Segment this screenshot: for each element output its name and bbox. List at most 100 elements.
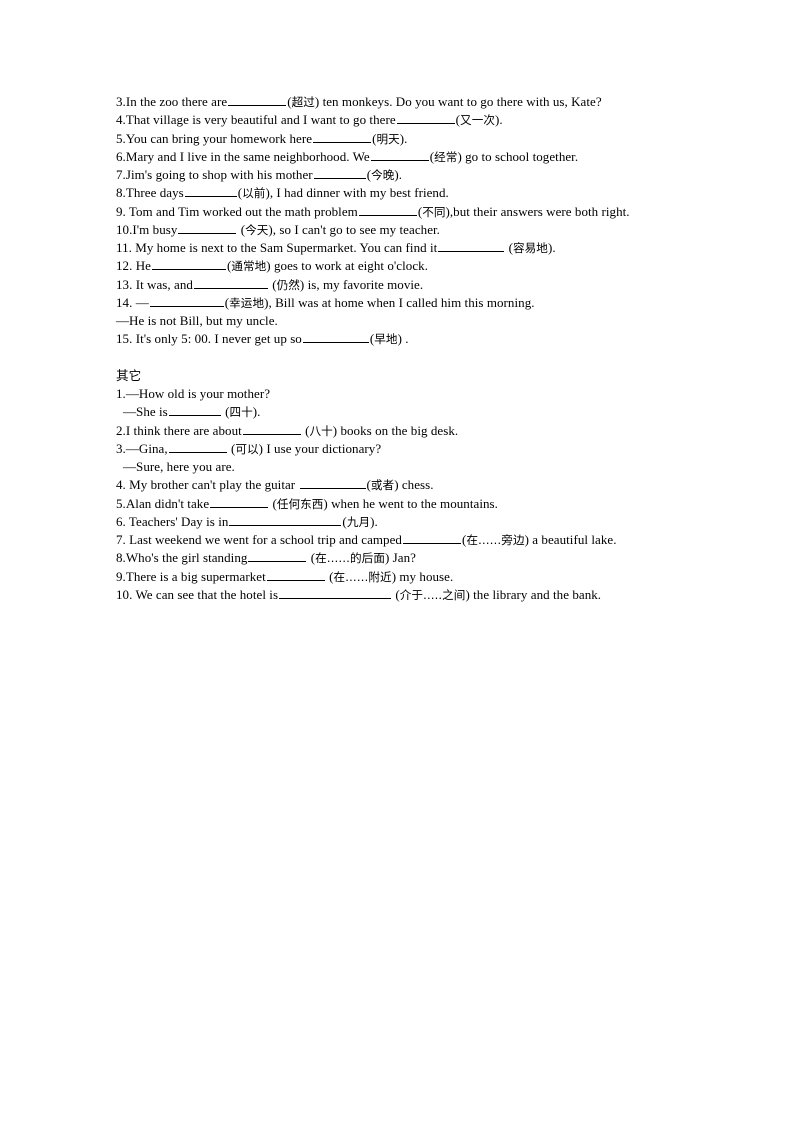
answer-blank[interactable] [228, 94, 287, 106]
chinese-hint: 通常地 [231, 259, 267, 274]
exercise-line: —He is not Bill, but my uncle. [116, 312, 716, 330]
sentence-text: That village is very beautiful and I wan… [125, 112, 396, 128]
sentence-text: ) the library and the bank. [465, 586, 602, 602]
sentence-text: He [132, 258, 151, 274]
exercise-line: 9.There is a big supermarket (在……附近) my … [116, 568, 716, 586]
exercise-line: 4. My brother can't play the guitar (或者)… [116, 476, 716, 494]
section-heading: 其它 [116, 367, 716, 385]
sentence-text: ) books on the big desk. [332, 422, 459, 438]
answer-blank[interactable] [248, 551, 307, 563]
exercise-line: —Sure, here you are. [116, 458, 716, 476]
answer-blank[interactable] [370, 149, 429, 161]
sentence-text: My home is next to the Sam Supermarket. … [131, 240, 438, 255]
answer-blank[interactable] [229, 514, 342, 526]
sentence-text: ( [237, 221, 246, 237]
answer-blank[interactable] [168, 441, 227, 453]
sentence-text: —How old is your mother? [125, 386, 271, 401]
sentence-text: ). [547, 240, 556, 255]
exercise-line: 7. Last weekend we went for a school tri… [116, 531, 716, 549]
item-number: 8. [116, 185, 126, 201]
sentence-text: Who's the girl standing [125, 550, 248, 566]
item-number: 10. [116, 586, 133, 602]
sentence-text: Alan didn't take [125, 495, 210, 511]
answer-blank[interactable] [402, 532, 461, 544]
answer-blank[interactable] [210, 496, 269, 508]
sentence-text: ( [392, 586, 400, 602]
answer-blank[interactable] [168, 405, 221, 417]
exercise-line: 3.In the zoo there are (超过) ten monkeys. … [116, 93, 716, 111]
item-number: 11. [116, 240, 132, 255]
answer-blank[interactable] [242, 423, 301, 435]
sentence-text: — [132, 294, 149, 310]
answer-blank[interactable] [178, 222, 237, 234]
answer-blank[interactable] [396, 113, 455, 125]
answer-blank[interactable] [193, 277, 268, 289]
chinese-hint: 容易地 [513, 241, 548, 255]
answer-blank[interactable] [438, 240, 505, 252]
chinese-hint: 在……的后面 [315, 551, 385, 566]
exercise-line: 3.—Gina, (可以) I use your dictionary? [116, 440, 716, 458]
sentence-text: ( [268, 276, 277, 292]
item-number: 7. [116, 532, 126, 547]
answer-blank[interactable] [149, 295, 224, 307]
chinese-hint: 四十 [229, 405, 253, 420]
exercise-line: 5.You can bring your homework here (明天). [116, 130, 716, 148]
sentence-text: It was, and [132, 276, 193, 292]
sentence-text: ). [394, 167, 403, 182]
exercise-line: 7.Jim's going to shop with his mother (今晚… [116, 166, 716, 184]
chinese-hint: 介于…..之间 [399, 587, 466, 602]
exercise-line: 8.Who's the girl standing (在……的后面) Jan? [116, 549, 716, 567]
answer-blank[interactable] [313, 167, 366, 179]
sentence-text: —She is [123, 404, 168, 420]
document-page: 3.In the zoo there are (超过) ten monkeys. … [0, 0, 794, 1123]
answer-blank[interactable] [302, 332, 369, 344]
sentence-text: ( [269, 495, 277, 511]
chinese-hint: 明天 [376, 131, 400, 146]
exercise-line: 10. We can see that the hotel is (介于…..之… [116, 586, 716, 604]
exercise-line: 9. Tom and Tim worked out the math probl… [116, 203, 716, 221]
chinese-hint: 仍然 [276, 277, 300, 292]
sentence-text: ) chess. [394, 477, 434, 493]
sentence-text: I'm busy [132, 221, 178, 237]
sentence-text: ) go to school together. [457, 148, 579, 164]
exercise-line: 14. — (幸运地), Bill was at home when I call… [116, 294, 716, 312]
answer-blank[interactable] [313, 131, 372, 143]
section-heading-text: 其它 [116, 367, 142, 383]
chinese-hint: 不同 [422, 204, 446, 219]
sentence-text: ),but their answers were both right. [445, 203, 630, 219]
sentence-text: ) when he went to the mountains. [323, 495, 498, 511]
item-number: 8. [116, 550, 126, 566]
sentence-text: ) goes to work at eight o'clock. [266, 258, 429, 274]
sentence-text: ) a beautiful lake. [524, 532, 617, 547]
answer-blank[interactable] [358, 204, 417, 216]
chinese-hint: 早地 [374, 332, 398, 347]
item-number: 6. [116, 148, 126, 164]
sentence-text: ) I use your dictionary? [258, 440, 382, 456]
chinese-hint: 幸运地 [229, 295, 265, 310]
chinese-hint: 经常 [434, 149, 458, 164]
exercise-line: 4.That village is very beautiful and I w… [116, 111, 716, 129]
chinese-hint: 九月 [346, 514, 371, 529]
worksheet-body: 3.In the zoo there are (超过) ten monkeys. … [116, 93, 716, 604]
answer-blank[interactable] [266, 569, 325, 581]
chinese-hint: 任何东西 [276, 496, 324, 511]
chinese-hint: 八十 [309, 423, 333, 438]
sentence-text: It's only 5: 00. I never get up so [132, 331, 302, 347]
sentence-text: ). [370, 513, 378, 529]
item-number: 1. [116, 386, 126, 401]
sentence-text: ) my house. [391, 568, 454, 584]
item-number: 13. [116, 276, 133, 292]
exercise-line: 5.Alan didn't take (任何东西) when he went t… [116, 495, 716, 513]
answer-blank[interactable] [279, 587, 392, 599]
answer-blank[interactable] [151, 259, 226, 271]
answer-blank[interactable] [184, 186, 237, 198]
exercise-line: —She is (四十). [116, 403, 716, 421]
answer-blank[interactable] [299, 478, 366, 490]
sentence-text: ), I had dinner with my best friend. [265, 185, 449, 201]
sentence-text: ( [307, 550, 316, 566]
exercise-line: 10.I'm busy (今天), so I can't go to see m… [116, 221, 716, 239]
chinese-hint: 可以 [235, 441, 259, 456]
exercise-line: 8.Three days (以前), I had dinner with my b… [116, 184, 716, 202]
exercise-line: 6.Mary and I live in the same neighborho… [116, 148, 716, 166]
